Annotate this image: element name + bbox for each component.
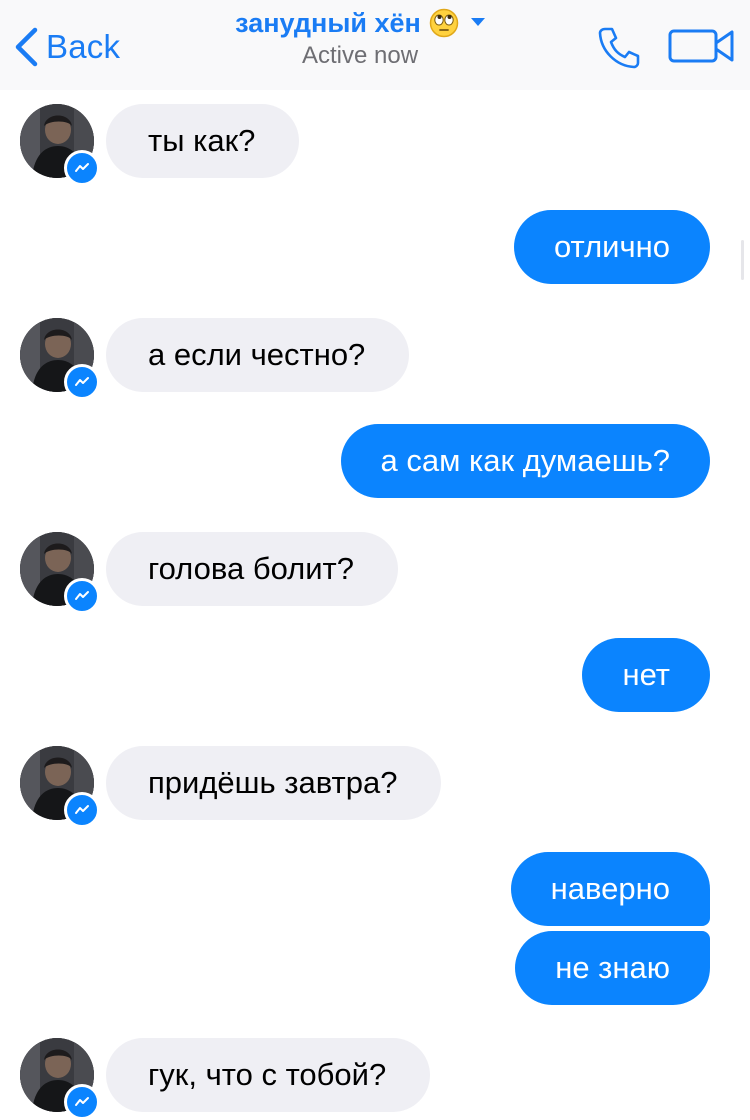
call-button[interactable] <box>596 24 642 75</box>
message-text: а сам как думаешь? <box>380 443 670 478</box>
message-text: придёшь завтра? <box>148 765 398 800</box>
contact-name: занудный хён <box>235 7 421 38</box>
messenger-badge-icon <box>64 578 100 614</box>
active-status: Active now <box>301 42 419 69</box>
avatar[interactable] <box>20 532 100 614</box>
avatar[interactable] <box>20 1038 100 1120</box>
message-outgoing[interactable]: а сам как думаешь? <box>340 424 710 498</box>
message-text: гук, что с тобой? <box>148 1057 387 1092</box>
message-outgoing[interactable]: не знаю <box>515 931 710 1005</box>
avatar[interactable] <box>20 104 100 186</box>
message-text: ты как? <box>148 123 256 158</box>
message-incoming[interactable]: придёшь завтра? <box>106 746 442 820</box>
eye-roll-emoji-icon <box>429 8 459 38</box>
message-incoming[interactable]: голова болит? <box>106 532 398 606</box>
phone-icon <box>596 27 642 74</box>
message-text: голова болит? <box>148 551 354 586</box>
video-camera-icon <box>668 29 736 68</box>
contact-title[interactable]: занудный хён Active now <box>150 6 570 70</box>
message-text: отлично <box>554 229 670 264</box>
messenger-badge-icon <box>64 150 100 186</box>
messenger-badge-icon <box>64 792 100 828</box>
conversation-header: Back занудный хён Active now <box>0 0 750 90</box>
message-outgoing[interactable]: наверно <box>510 852 710 926</box>
avatar[interactable] <box>20 318 100 400</box>
back-button[interactable]: Back <box>14 22 120 72</box>
message-incoming[interactable]: гук, что с тобой? <box>106 1038 431 1112</box>
avatar[interactable] <box>20 746 100 828</box>
message-incoming[interactable]: ты как? <box>106 104 300 178</box>
scroll-indicator[interactable] <box>741 240 744 280</box>
messenger-badge-icon <box>64 1084 100 1120</box>
messenger-badge-icon <box>64 364 100 400</box>
message-incoming[interactable]: а если честно? <box>106 318 410 392</box>
message-outgoing[interactable]: нет <box>582 638 710 712</box>
message-text: наверно <box>550 871 670 906</box>
message-text: нет <box>622 657 670 692</box>
message-text: а если честно? <box>148 337 366 372</box>
message-outgoing[interactable]: отлично <box>514 210 710 284</box>
message-text: не знаю <box>555 950 670 985</box>
back-label: Back <box>46 28 121 65</box>
chevron-left-icon <box>14 27 38 67</box>
caret-down-icon[interactable] <box>470 14 485 32</box>
video-call-button[interactable] <box>668 28 736 69</box>
